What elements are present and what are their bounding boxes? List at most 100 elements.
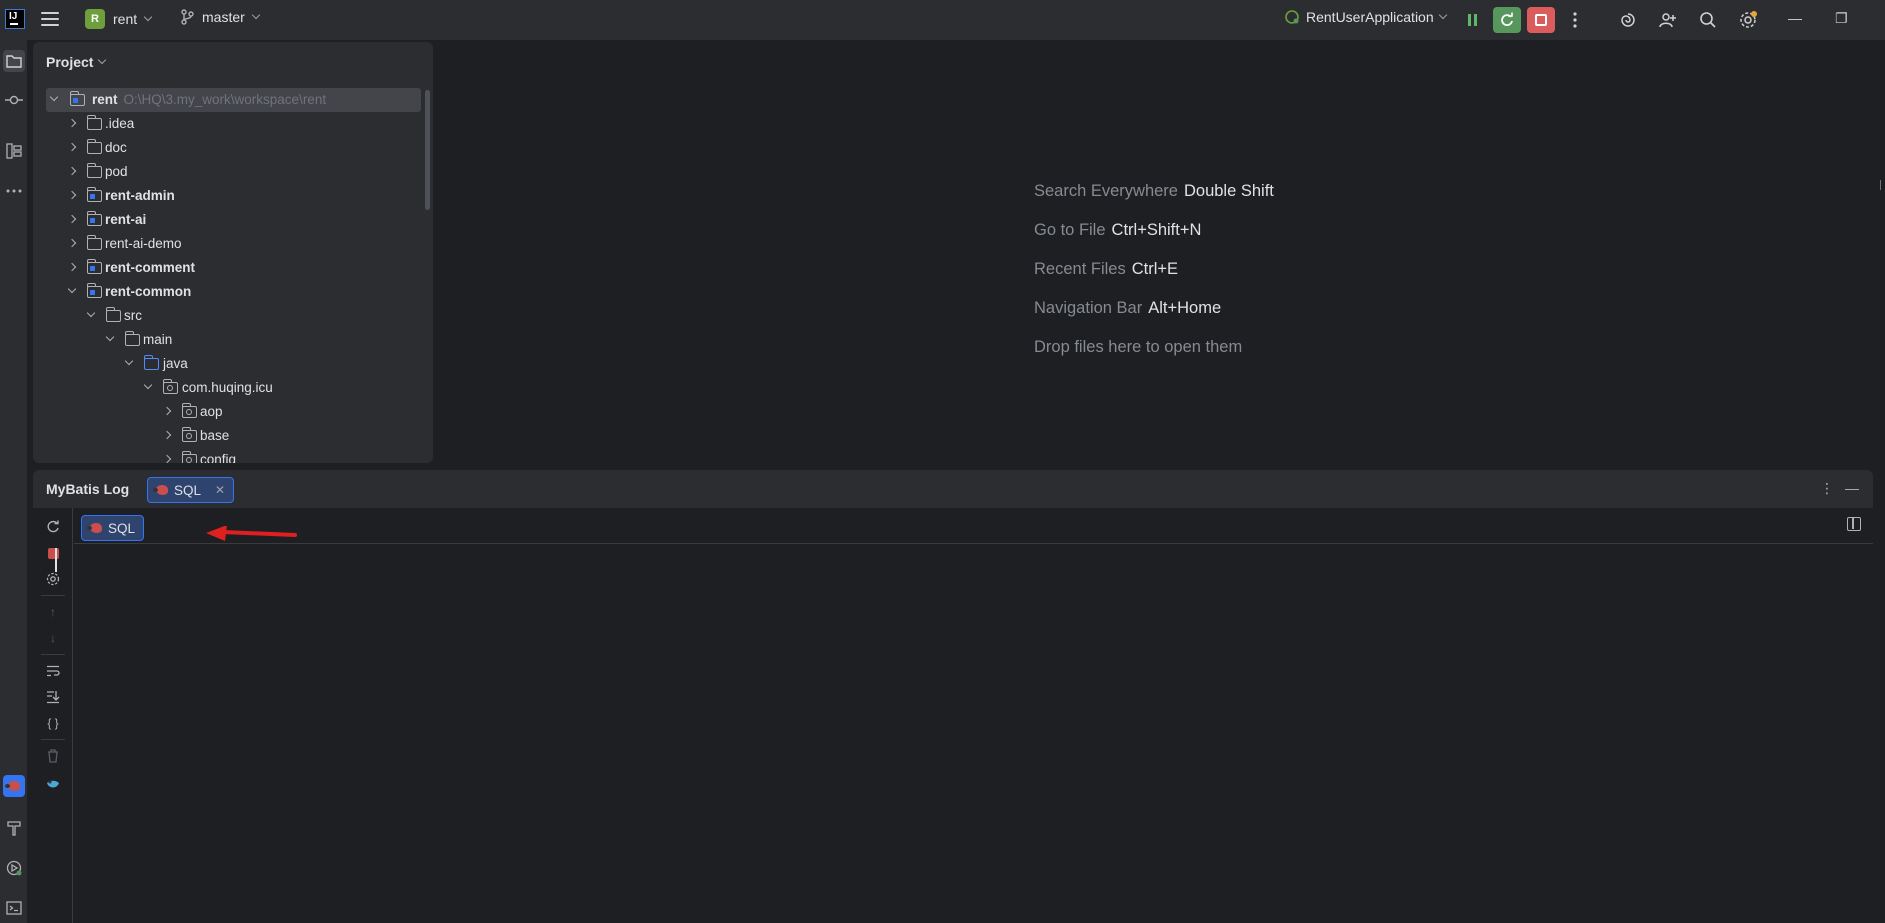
tree-item[interactable]: pod — [33, 160, 423, 184]
scroll-to-end-icon[interactable] — [44, 688, 62, 706]
tree-item[interactable]: doc — [33, 136, 423, 160]
chevron-down-icon — [143, 12, 153, 22]
chevron-right-icon[interactable] — [162, 454, 172, 463]
chevron-right-icon[interactable] — [67, 118, 77, 128]
split-layout-icon[interactable] — [1847, 517, 1861, 531]
arrow-up-icon[interactable]: ↑ — [44, 603, 62, 621]
stop-icon[interactable] — [44, 544, 62, 562]
project-panel-title[interactable]: Project — [46, 54, 107, 70]
arrow-down-icon[interactable]: ↓ — [44, 629, 62, 647]
settings-icon[interactable] — [44, 570, 62, 588]
tree-item[interactable]: com.huqing.icu — [33, 376, 423, 400]
left-tool-strip — [0, 40, 27, 923]
branch-name: master — [202, 9, 245, 25]
more-vertical-icon — [1573, 12, 1577, 28]
chevron-down-icon[interactable] — [105, 332, 115, 342]
project-tool-icon[interactable] — [3, 50, 25, 72]
tree-item[interactable]: rent-common — [33, 280, 423, 304]
chevron-down-icon[interactable] — [124, 356, 134, 366]
project-tree-scrollbar[interactable] — [425, 90, 430, 210]
hint-search-everywhere: Search Everywhere Double Shift — [1034, 182, 1274, 200]
trash-icon[interactable] — [44, 747, 62, 765]
more-actions-button[interactable] — [1561, 7, 1589, 33]
chevron-down-icon[interactable] — [49, 92, 59, 102]
intellij-logo-icon[interactable]: IJ — [5, 9, 25, 29]
chevron-right-icon[interactable] — [67, 166, 77, 176]
tree-item[interactable]: rent-comment — [33, 256, 423, 280]
tree-item[interactable]: rent-ai — [33, 208, 423, 232]
chevron-right-icon[interactable] — [67, 190, 77, 200]
chevron-right-icon[interactable] — [67, 238, 77, 248]
structure-tool-icon[interactable] — [3, 140, 25, 162]
close-icon[interactable]: ✕ — [215, 483, 225, 497]
package-icon — [181, 403, 197, 418]
module-folder-icon — [86, 187, 102, 202]
tree-item[interactable]: config — [33, 448, 423, 463]
stop-icon — [1535, 14, 1547, 26]
chevron-right-icon[interactable] — [162, 406, 172, 416]
build-tool-icon[interactable] — [3, 817, 25, 839]
chevron-right-icon[interactable] — [67, 262, 77, 272]
settings-button[interactable] — [1734, 7, 1762, 33]
tree-item[interactable]: .idea — [33, 112, 423, 136]
ai-assistant-button[interactable] — [1614, 7, 1642, 33]
main-menu-icon[interactable] — [41, 12, 59, 26]
add-user-icon — [1659, 13, 1676, 28]
project-tree: rent O:\HQ\3.my_work\workspace\rent .idea… — [33, 88, 423, 463]
console-text-cursor[interactable] — [55, 548, 57, 572]
chevron-right-icon[interactable] — [162, 430, 172, 440]
mybatis-log-tool-icon[interactable] — [3, 775, 25, 797]
package-icon — [162, 379, 178, 394]
tab-sql[interactable]: SQL ✕ — [147, 477, 235, 503]
more-tools-icon[interactable] — [3, 180, 25, 202]
terminal-tool-icon[interactable] — [3, 897, 25, 919]
minimize-window-icon[interactable]: — — [1788, 10, 1802, 26]
tree-item-root[interactable]: rent O:\HQ\3.my_work\workspace\rent — [46, 88, 421, 112]
restore-window-icon[interactable]: ❐ — [1835, 10, 1848, 27]
refresh-icon[interactable] — [44, 518, 62, 536]
mybatis-log-panel: MyBatis Log SQL ✕ ⋮ — ↑ ↓ {} SQL — [33, 470, 1873, 923]
format-json-icon[interactable]: { } — [44, 714, 62, 732]
chevron-down-icon[interactable] — [86, 308, 96, 318]
tree-item[interactable]: java — [33, 352, 423, 376]
chevron-right-icon[interactable] — [67, 142, 77, 152]
chevron-down-icon[interactable] — [143, 380, 153, 390]
tree-item[interactable]: aop — [33, 400, 423, 424]
root-path: O:\HQ\3.my_work\workspace\rent — [123, 92, 327, 107]
chevron-down-icon[interactable] — [67, 284, 77, 294]
chevron-down-icon — [251, 10, 261, 20]
tree-item[interactable]: rent-ai-demo — [33, 232, 423, 256]
module-folder-icon — [86, 211, 102, 226]
folder-icon — [124, 331, 140, 346]
project-selector[interactable]: R rent — [85, 9, 153, 29]
run-config-selector[interactable]: RentUserApplication — [1284, 9, 1447, 25]
vcs-branch-selector[interactable]: master — [180, 9, 261, 25]
tree-item[interactable]: main — [33, 328, 423, 352]
stop-button[interactable] — [1527, 7, 1555, 33]
chevron-right-icon[interactable] — [67, 214, 77, 224]
search-everywhere-button[interactable] — [1694, 7, 1722, 33]
mybatis-log-toolbar: ↑ ↓ { } — [33, 508, 73, 923]
git-branch-icon — [181, 9, 194, 25]
code-with-me-button[interactable] — [1654, 7, 1682, 33]
rerun-button[interactable] — [1493, 7, 1521, 33]
run-config-name: RentUserApplication — [1306, 9, 1434, 25]
mybatis-log-title: MyBatis Log — [46, 481, 130, 497]
module-folder-icon — [86, 259, 102, 274]
hide-panel-icon[interactable]: — — [1845, 480, 1859, 496]
tree-item[interactable]: src — [33, 304, 423, 328]
tree-item[interactable]: rent-admin — [33, 184, 423, 208]
editor-welcome-area[interactable]: Search Everywhere Double Shift Go to File… — [439, 42, 1873, 463]
debug-pause-button[interactable] — [1458, 7, 1486, 33]
mybatis-bird-icon[interactable] — [44, 776, 62, 794]
mybatis-bird-icon — [5, 781, 20, 791]
soft-wrap-icon[interactable] — [44, 662, 62, 680]
more-vertical-icon[interactable]: ⋮ — [1820, 480, 1834, 497]
annotation-red-arrow — [206, 526, 297, 541]
tree-item[interactable]: base — [33, 424, 423, 448]
console-tab-sql[interactable]: SQL — [81, 515, 145, 541]
right-edge-handle[interactable] — [1880, 180, 1885, 190]
services-tool-icon[interactable] — [3, 857, 25, 879]
commit-tool-icon[interactable] — [3, 89, 25, 111]
package-icon — [181, 451, 197, 463]
